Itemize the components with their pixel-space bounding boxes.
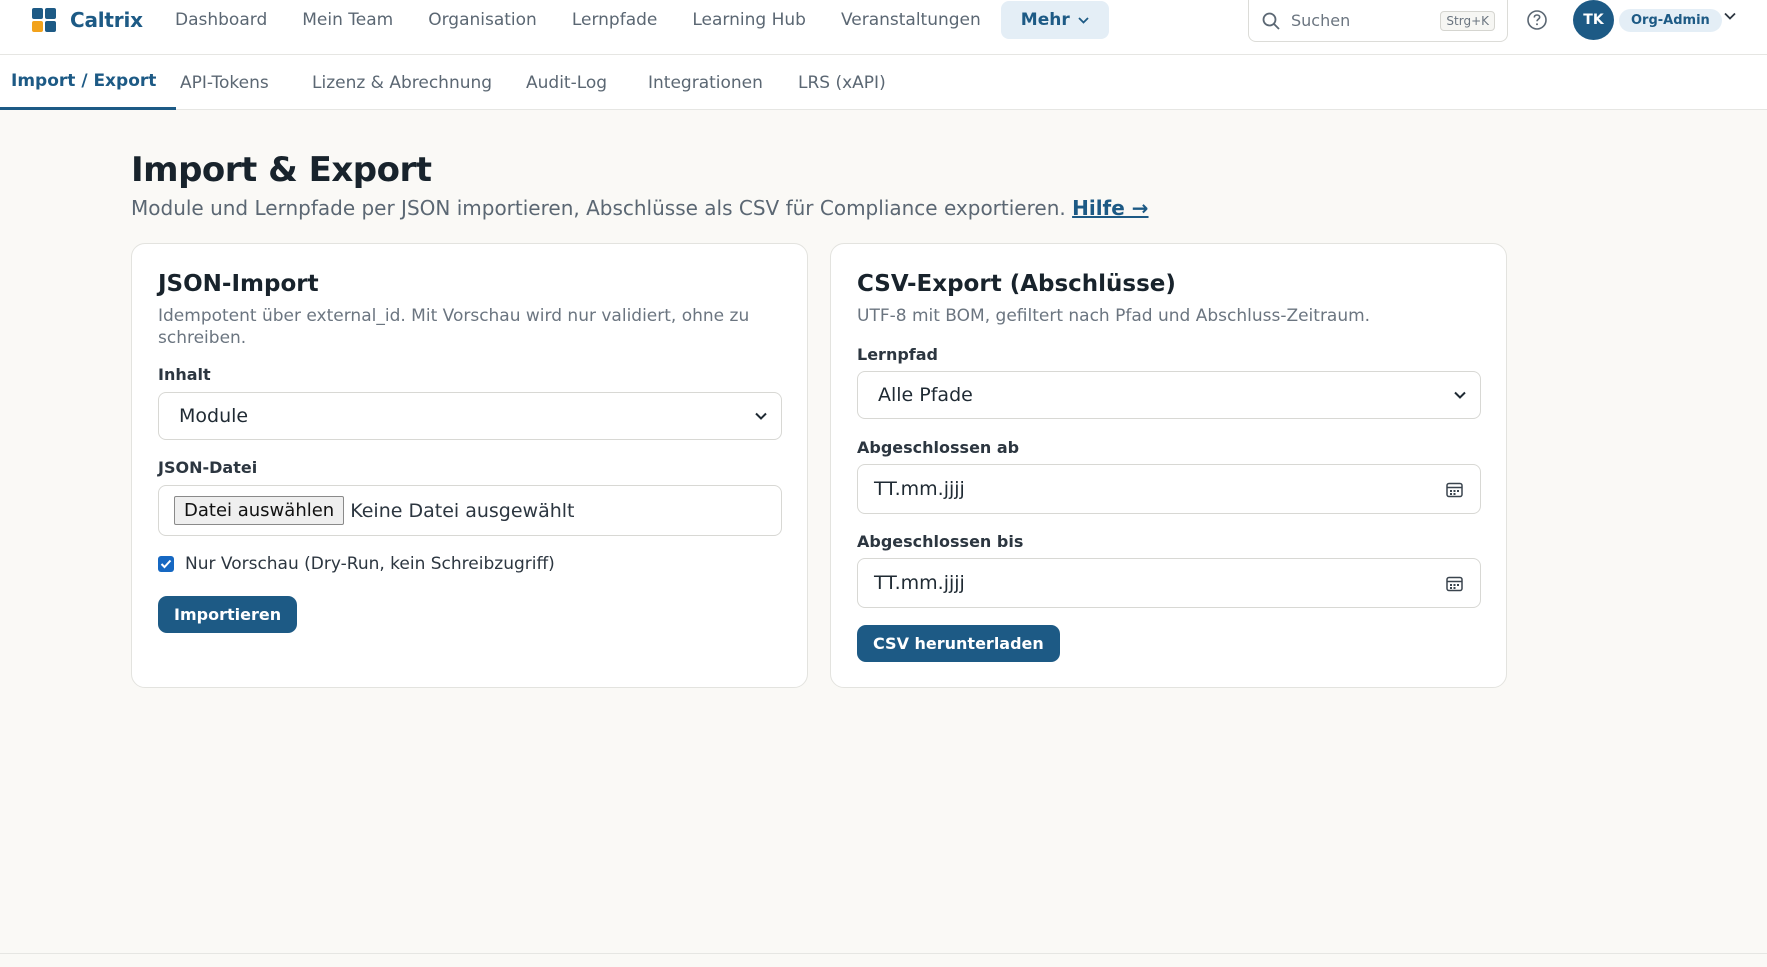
calendar-icon[interactable] xyxy=(1445,480,1464,499)
logo-grid-icon xyxy=(32,8,56,32)
nav-more-button[interactable]: Mehr xyxy=(1000,1,1109,39)
csv-download-button[interactable]: CSV herunterladen xyxy=(857,625,1060,662)
tab-lizenz-abrechnung[interactable]: Lizenz & Abrechnung xyxy=(312,55,492,110)
user-menu-chevron-down-icon[interactable] xyxy=(1724,9,1736,24)
lernpfad-select-value: Alle Pfade xyxy=(878,384,973,406)
search-shortcut-hint: Strg+K xyxy=(1440,10,1495,31)
tab-lrs-xapi[interactable]: LRS (xAPI) xyxy=(798,55,886,110)
tab-api-tokens[interactable]: API-Tokens xyxy=(180,55,269,110)
nav-item-lernpfade[interactable]: Lernpfade xyxy=(572,10,658,30)
chevron-down-icon xyxy=(1078,14,1089,27)
footer-divider xyxy=(0,953,1767,954)
search-placeholder: Suchen xyxy=(1291,11,1351,30)
tab-import-export[interactable]: Import / Export xyxy=(0,55,177,110)
page-title: Import & Export xyxy=(131,150,432,190)
nav-more-label: Mehr xyxy=(1020,10,1070,30)
brand-name: Caltrix xyxy=(70,8,143,32)
json-file-input[interactable]: Datei auswählen Keine Datei ausgewählt xyxy=(158,485,782,536)
chevron-down-icon xyxy=(1454,391,1466,399)
nav-item-mein-team[interactable]: Mein Team xyxy=(302,10,393,30)
content-select-value: Module xyxy=(179,405,249,427)
checkmark-icon xyxy=(160,559,172,569)
completed-from-date-input[interactable]: TT.mm.jjjj xyxy=(857,464,1481,514)
file-status-text: Keine Datei ausgewählt xyxy=(350,499,575,522)
tab-integrationen[interactable]: Integrationen xyxy=(648,55,763,110)
admin-subnav: Import / Export API-Tokens Lizenz & Abre… xyxy=(0,55,1767,110)
completed-to-date-input[interactable]: TT.mm.jjjj xyxy=(857,558,1481,608)
completed-from-label: Abgeschlossen ab xyxy=(857,438,1020,457)
export-card-title: CSV-Export (Abschlüsse) xyxy=(857,271,1176,297)
json-import-card: JSON-Import Idempotent über external_id.… xyxy=(131,243,808,688)
tab-audit-log[interactable]: Audit-Log xyxy=(526,55,607,110)
completed-to-label: Abgeschlossen bis xyxy=(857,532,1024,551)
role-badge: Org-Admin xyxy=(1619,9,1722,32)
dry-run-option: Nur Vorschau (Dry-Run, kein Schreibzugri… xyxy=(158,554,555,574)
content-select[interactable]: Module xyxy=(158,392,782,440)
nav-item-dashboard[interactable]: Dashboard xyxy=(175,10,267,30)
import-card-description: Idempotent über external_id. Mit Vorscha… xyxy=(158,306,750,348)
brand-logo[interactable]: Caltrix xyxy=(32,7,143,33)
import-card-title: JSON-Import xyxy=(158,271,319,297)
help-icon[interactable] xyxy=(1526,9,1548,31)
help-link[interactable]: Hilfe → xyxy=(1072,196,1148,220)
completed-from-placeholder: TT.mm.jjjj xyxy=(874,478,965,500)
search-icon xyxy=(1262,12,1280,30)
nav-item-veranstaltungen[interactable]: Veranstaltungen xyxy=(841,10,981,30)
page-subtitle-text: Module und Lernpfade per JSON importiere… xyxy=(131,196,1066,220)
nav-item-learning-hub[interactable]: Learning Hub xyxy=(692,10,806,30)
calendar-icon[interactable] xyxy=(1445,574,1464,593)
dry-run-checkbox[interactable] xyxy=(158,556,174,572)
export-card-description: UTF-8 mit BOM, gefiltert nach Pfad und A… xyxy=(857,306,1371,326)
content-label: Inhalt xyxy=(158,365,211,384)
choose-file-button[interactable]: Datei auswählen xyxy=(174,496,345,525)
lernpfad-select[interactable]: Alle Pfade xyxy=(857,371,1481,419)
lernpfad-label: Lernpfad xyxy=(857,345,938,364)
top-navigation-bar: Caltrix Dashboard Mein Team Organisation… xyxy=(0,0,1767,55)
nav-item-organisation[interactable]: Organisation xyxy=(428,10,537,30)
main-nav: Dashboard Mein Team Organisation Lernpfa… xyxy=(175,0,1109,40)
chevron-down-icon xyxy=(755,412,767,420)
global-search[interactable]: Suchen Strg+K xyxy=(1248,0,1508,42)
page-subtitle: Module und Lernpfade per JSON importiere… xyxy=(131,196,1149,220)
completed-to-placeholder: TT.mm.jjjj xyxy=(874,572,965,594)
json-file-label: JSON-Datei xyxy=(158,458,258,477)
user-avatar[interactable]: TK xyxy=(1573,0,1614,40)
csv-export-card: CSV-Export (Abschlüsse) UTF-8 mit BOM, g… xyxy=(830,243,1507,688)
import-button[interactable]: Importieren xyxy=(158,596,298,633)
dry-run-label[interactable]: Nur Vorschau (Dry-Run, kein Schreibzugri… xyxy=(185,554,555,574)
